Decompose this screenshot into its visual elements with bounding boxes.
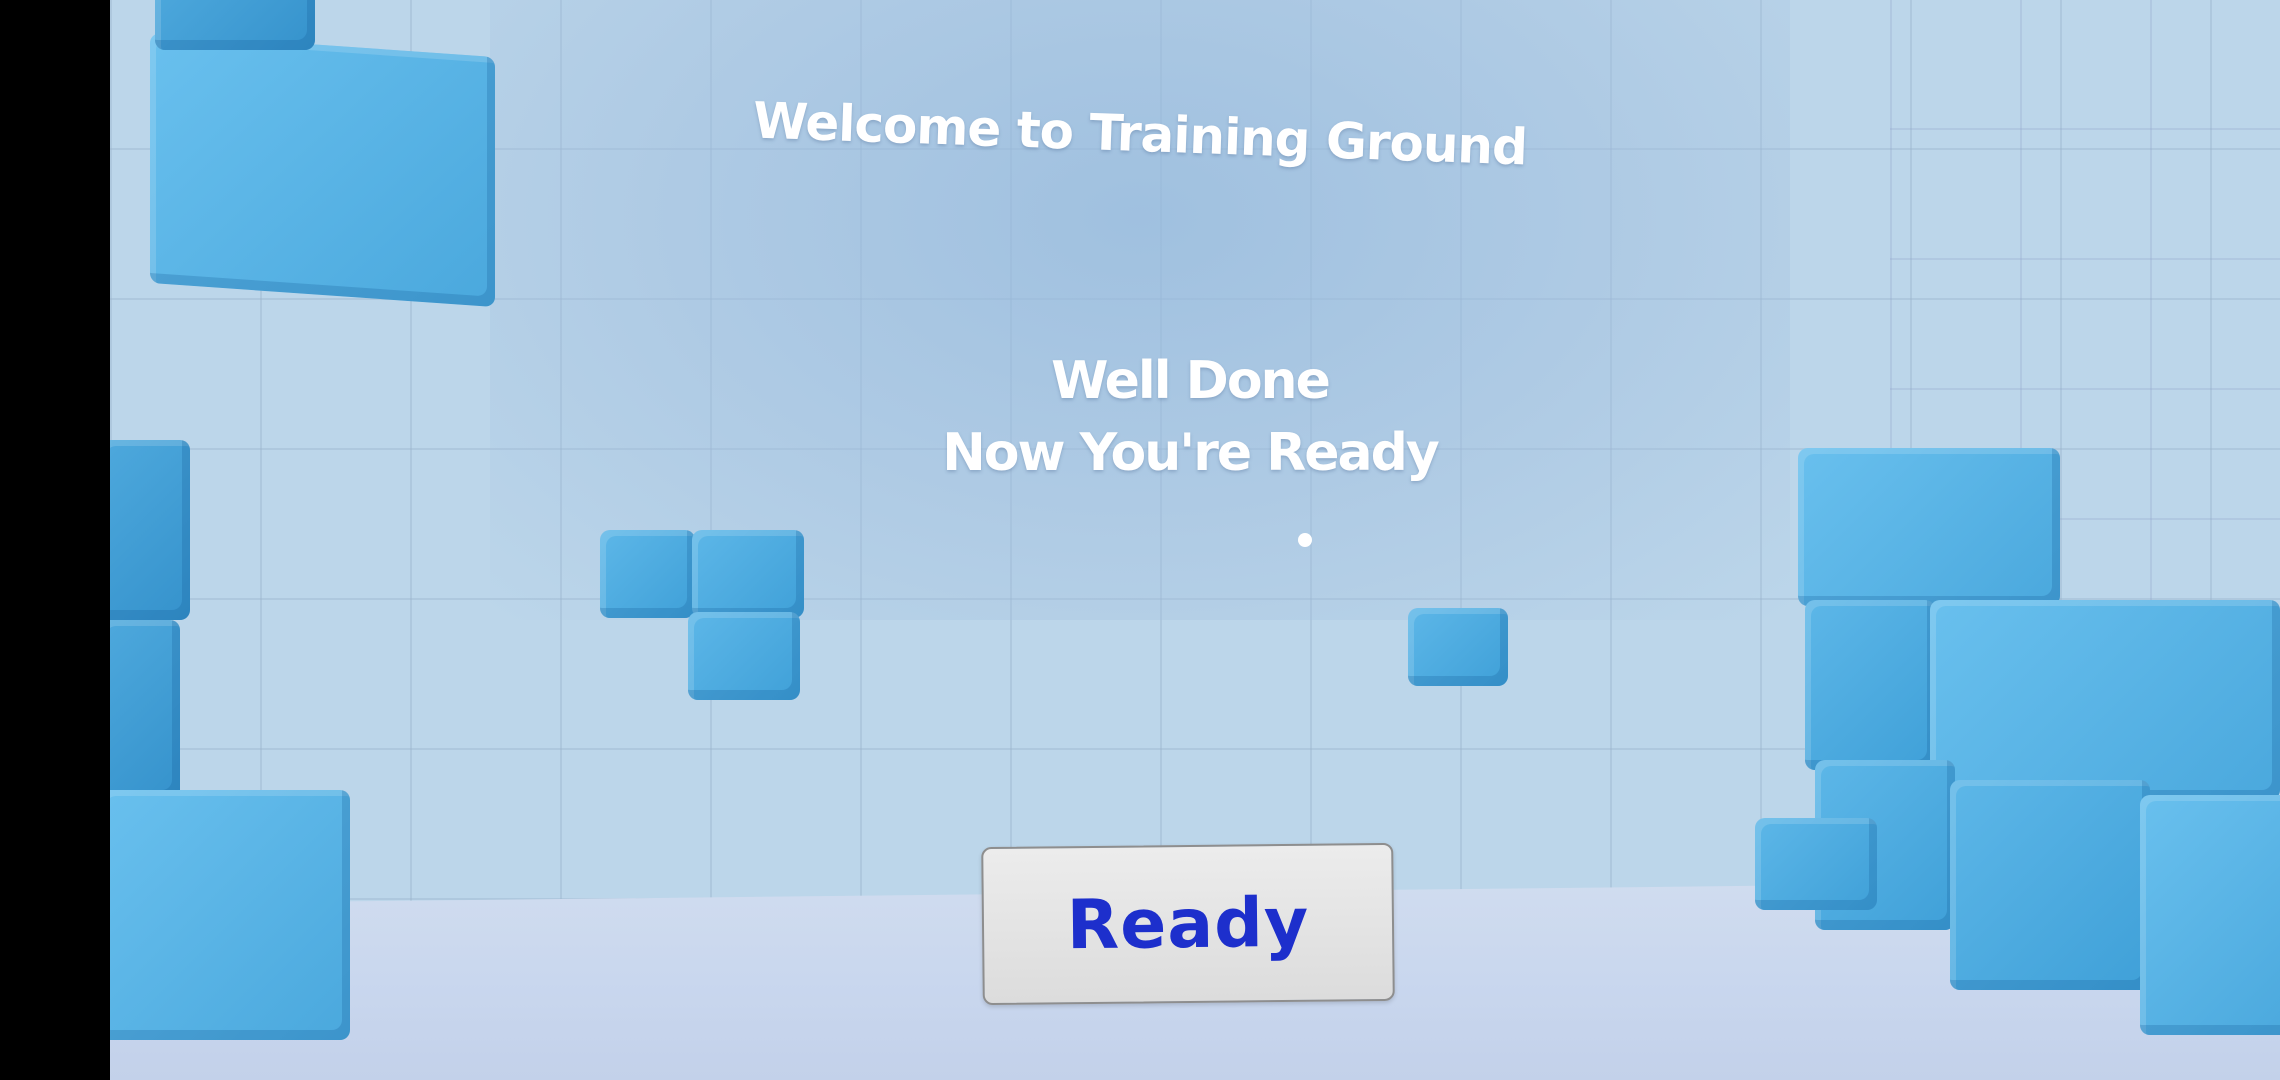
cube-top-left — [150, 32, 495, 308]
cube-top-left-small — [155, 0, 315, 50]
cube-right-mid-a — [1805, 600, 1935, 770]
ready-button[interactable]: Ready — [981, 842, 1395, 1006]
gaze-reticle — [1298, 533, 1312, 547]
cube-right-low-b — [1950, 780, 2150, 990]
ready-button-label: Ready — [1066, 883, 1310, 965]
cube-center-right — [1408, 608, 1508, 686]
message-line-1: Well Done — [1051, 351, 1331, 411]
cube-left-mid — [110, 440, 190, 620]
cube-center-c — [688, 612, 800, 700]
cube-center-b — [692, 530, 804, 618]
status-message: Well Done Now You're Ready — [810, 345, 1570, 489]
letterbox-left — [0, 0, 110, 1080]
message-line-2: Now You're Ready — [942, 423, 1439, 483]
training-ground-scene: Welcome to Training Ground Well Done Now… — [110, 0, 2280, 1080]
cube-left-lower — [110, 620, 180, 800]
cube-center-a — [600, 530, 695, 618]
cube-right-top — [1798, 448, 2060, 606]
cube-right-mid-b — [1930, 600, 2280, 800]
cube-left-bottom — [110, 790, 350, 1040]
cube-right-floor — [1755, 818, 1877, 910]
game-screen: Welcome to Training Ground Well Done Now… — [0, 0, 2280, 1080]
cube-right-low-c — [2140, 795, 2280, 1035]
